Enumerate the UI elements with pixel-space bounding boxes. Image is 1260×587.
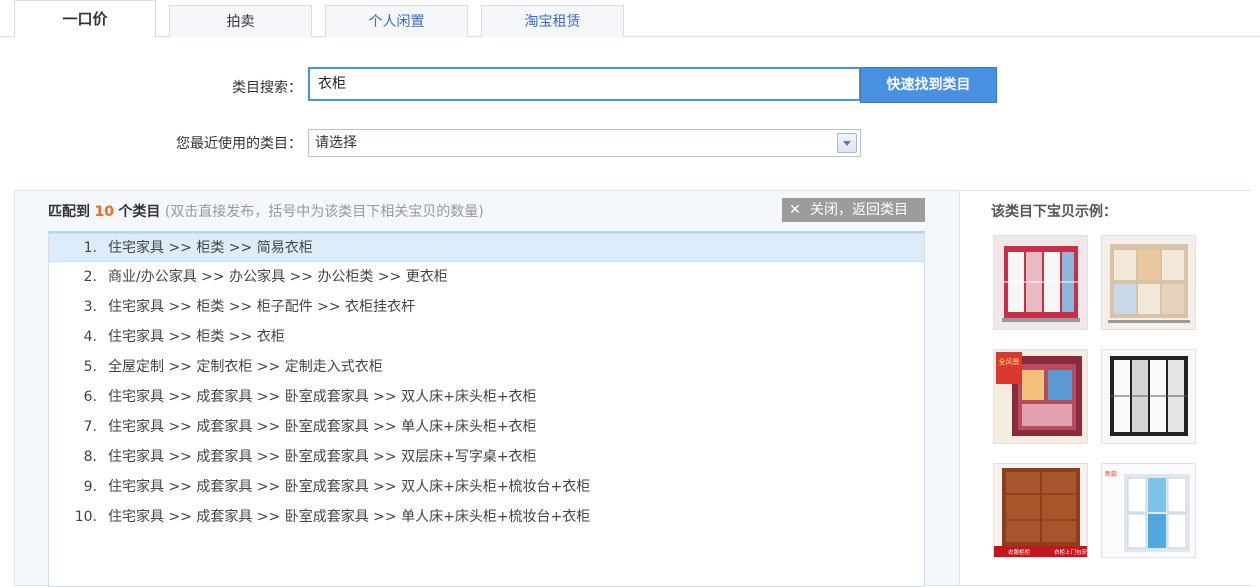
match-results-panel: 匹配到 10 个类目 (双击直接发布，括号中为该类目下相关宝贝的数量) ✕ 关闭，… (14, 190, 1251, 587)
product-thumbnail[interactable]: 新款 (1101, 463, 1196, 558)
quick-find-category-button[interactable]: 快速找到类目 (860, 67, 997, 103)
tab-taobao-rental[interactable]: 淘宝租赁 (481, 5, 624, 37)
recent-categories-value: 请选择 (315, 135, 357, 151)
category-search-input[interactable]: 衣柜 (308, 67, 861, 101)
list-item-number: 4. (83, 329, 97, 345)
chevron-down-icon[interactable] (837, 133, 857, 153)
list-item-path: 住宅家具 >> 成套家具 >> 卧室成套家具 >> 双层床+写字桌+衣柜 (108, 449, 537, 465)
list-item[interactable]: 1. 住宅家具 >> 柜类 >> 简易衣柜 (49, 233, 924, 262)
tab-bar: 一口价 拍卖 个人闲置 淘宝租赁 (0, 0, 1260, 38)
tab-personal-idle[interactable]: 个人闲置 (325, 5, 468, 37)
list-item-path: 住宅家具 >> 成套家具 >> 卧室成套家具 >> 单人床+床头柜+衣柜 (108, 419, 537, 435)
thumb-mark: 衣服柜柜 (1008, 548, 1031, 556)
thumb-mark: 衣柜上门包安装 (1054, 548, 1087, 556)
category-search-label: 类目搜索： (232, 80, 302, 96)
product-thumbnail[interactable] (993, 235, 1088, 330)
product-thumbnail[interactable] (1101, 349, 1196, 444)
list-item-number: 2. (83, 269, 97, 285)
list-item-number: 10. (74, 509, 97, 525)
match-count: 10 (94, 204, 114, 220)
list-item-number: 7. (83, 419, 97, 435)
tab-auction[interactable]: 拍卖 (169, 5, 312, 37)
list-item[interactable]: 5. 全屋定制 >> 定制衣柜 >> 定制走入式衣柜 (49, 353, 924, 382)
close-return-button[interactable]: ✕ 关闭，返回类目 (782, 198, 925, 222)
list-item-path: 住宅家具 >> 成套家具 >> 卧室成套家具 >> 双人床+床头柜+梳妆台+衣柜 (108, 479, 591, 495)
list-item-path: 住宅家具 >> 成套家具 >> 卧室成套家具 >> 双人床+床头柜+衣柜 (108, 389, 537, 405)
category-match-list: 1. 住宅家具 >> 柜类 >> 简易衣柜 2. 商业/办公家具 >> 办公家具 >… (48, 231, 925, 587)
recent-categories-select[interactable]: 请选择 (308, 129, 861, 157)
list-item-path: 住宅家具 >> 柜类 >> 简易衣柜 (108, 240, 313, 256)
list-item-path: 住宅家具 >> 柜类 >> 柜子配件 >> 衣柜挂衣杆 (108, 299, 416, 315)
list-item[interactable]: 9. 住宅家具 >> 成套家具 >> 卧室成套家具 >> 双人床+床头柜+梳妆台+… (49, 473, 924, 502)
product-thumbnail[interactable]: 衣服柜柜 衣柜上门包安装 (993, 463, 1088, 558)
match-suffix: 个类目 (118, 204, 161, 220)
thumb-mark: 新款 (1105, 470, 1117, 478)
wardrobe-image: 全风景 (994, 350, 1087, 443)
list-item-path: 商业/办公家具 >> 办公家具 >> 办公柜类 >> 更衣柜 (108, 269, 448, 285)
list-item[interactable]: 8. 住宅家具 >> 成套家具 >> 卧室成套家具 >> 双层床+写字桌+衣柜 (49, 443, 924, 472)
list-item-number: 3. (83, 299, 97, 315)
wardrobe-image (994, 236, 1087, 329)
wardrobe-image: 衣服柜柜 衣柜上门包安装 (994, 464, 1087, 557)
match-hint: (双击直接发布，括号中为该类目下相关宝贝的数量) (164, 204, 484, 220)
thumb-mark: 全风景 (999, 357, 1020, 366)
list-item-path: 住宅家具 >> 成套家具 >> 卧室成套家具 >> 单人床+床头柜+梳妆台+衣柜 (108, 509, 591, 525)
match-prefix: 匹配到 (48, 204, 90, 220)
close-return-label: 关闭，返回类目 (810, 202, 908, 218)
match-summary: 匹配到 10 个类目 (双击直接发布，括号中为该类目下相关宝贝的数量) (48, 201, 484, 221)
recent-categories-label: 您最近使用的类目： (176, 136, 302, 152)
list-item[interactable]: 2. 商业/办公家具 >> 办公家具 >> 办公柜类 >> 更衣柜 (49, 263, 924, 292)
product-thumbnail[interactable] (1101, 235, 1196, 330)
close-icon: ✕ (789, 202, 801, 218)
list-item-path: 住宅家具 >> 柜类 >> 衣柜 (108, 329, 285, 345)
wardrobe-image (1102, 236, 1195, 329)
list-item-number: 6. (83, 389, 97, 405)
examples-title: 该类目下宝贝示例： (991, 204, 1117, 220)
list-item[interactable]: 6. 住宅家具 >> 成套家具 >> 卧室成套家具 >> 双人床+床头柜+衣柜 (49, 383, 924, 412)
list-item[interactable]: 3. 住宅家具 >> 柜类 >> 柜子配件 >> 衣柜挂衣杆 (49, 293, 924, 322)
list-item-number: 5. (83, 359, 97, 375)
list-item[interactable]: 10. 住宅家具 >> 成套家具 >> 卧室成套家具 >> 单人床+床头柜+梳妆台… (49, 503, 924, 532)
wardrobe-image: 新款 (1102, 464, 1195, 557)
product-thumbnail[interactable]: 全风景 (993, 349, 1088, 444)
list-item[interactable]: 7. 住宅家具 >> 成套家具 >> 卧室成套家具 >> 单人床+床头柜+衣柜 (49, 413, 924, 442)
list-item[interactable]: 4. 住宅家具 >> 柜类 >> 衣柜 (49, 323, 924, 352)
category-examples: 该类目下宝贝示例： 全风景 衣服柜柜 衣柜上门包安 新款 (959, 191, 1251, 585)
list-item-path: 全屋定制 >> 定制衣柜 >> 定制走入式衣柜 (108, 359, 383, 375)
list-item-number: 1. (83, 240, 97, 256)
wardrobe-image (1102, 350, 1195, 443)
list-item-number: 8. (83, 449, 97, 465)
tab-fixed-price[interactable]: 一口价 (14, 0, 156, 38)
list-item-number: 9. (83, 479, 97, 495)
